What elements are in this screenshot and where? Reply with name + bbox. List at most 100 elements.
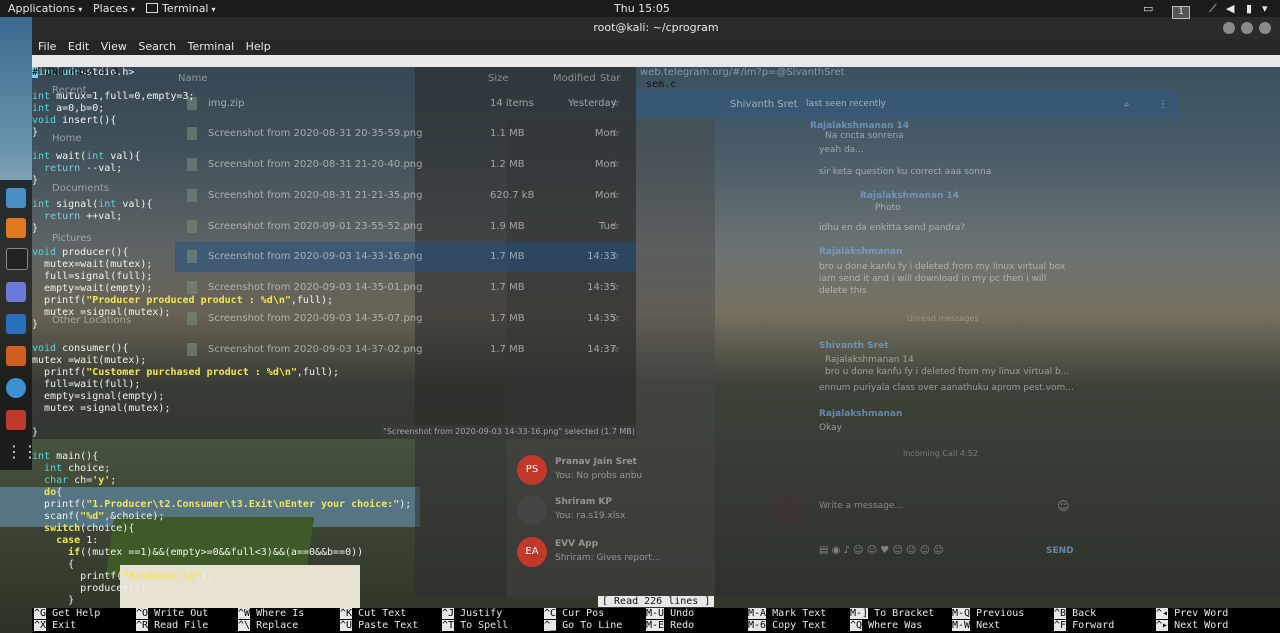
eye-icon[interactable] [6, 378, 26, 398]
emoji-icon[interactable]: ☺ [1057, 499, 1070, 513]
star-icon[interactable]: ☆ [611, 242, 620, 272]
text-editor-icon[interactable] [6, 282, 26, 302]
file-modified: Mon [594, 190, 616, 201]
chat-list-item[interactable]: Shriram KP You: ra.s19.xlsx [517, 495, 707, 533]
armitage-icon[interactable] [6, 346, 26, 366]
star-icon[interactable]: ☆ [611, 150, 620, 180]
star-icon[interactable]: ☆ [611, 273, 620, 303]
shortcut-prev-word[interactable]: ^◂ Prev Word [1156, 608, 1228, 620]
star-icon[interactable]: ☆ [611, 119, 620, 149]
menu-file[interactable]: File [38, 40, 56, 53]
terminal-titlebar: root@kali: ~/cprogram [32, 17, 1280, 39]
shortcut-to-spell[interactable]: ^T To Spell [442, 620, 508, 632]
shortcut-where-was[interactable]: ^Q Where Was [850, 620, 922, 632]
menu-terminal[interactable]: Terminal [188, 40, 235, 53]
app-grid-icon[interactable]: ⋮⋮ [6, 442, 38, 462]
shortcut-label: Redo [670, 620, 695, 631]
chat-preview: You: No probs anbu [555, 471, 643, 481]
shortcut-redo[interactable]: M-E Redo [646, 620, 694, 632]
shortcut-where-is[interactable]: ^W Where Is [238, 608, 304, 620]
shortcut-forward[interactable]: ^F Forward [1054, 620, 1114, 632]
column-size[interactable]: Size [488, 73, 509, 84]
telegram-messages: Rajalakshmanan 14 Na cncta sonrena yeah … [715, 119, 1179, 489]
attach-icon[interactable]: ▤ ◉ ♪ ☺ ☺ ♥ ☺ ☺ ☺ ☺ [819, 545, 944, 556]
terminal-dock-icon[interactable] [6, 248, 28, 270]
network-icon[interactable]: ⟋ [1209, 0, 1217, 17]
shortcut-cur-pos[interactable]: ^C Cur Pos [544, 608, 604, 620]
shortcut-paste-text[interactable]: ^U Paste Text [340, 620, 418, 632]
shortcut-key: M-W [952, 620, 971, 631]
code-line: do{ [44, 487, 63, 498]
shortcut-key: ^\ [238, 620, 251, 631]
files-icon[interactable] [6, 188, 26, 208]
workspace-indicator[interactable]: 1 [1172, 2, 1190, 19]
star-icon[interactable]: ☆ [611, 335, 620, 365]
star-icon[interactable]: ☆ [611, 212, 620, 242]
star-icon[interactable]: ☆ [611, 304, 620, 334]
shortcut-label: Where Was [868, 620, 923, 631]
send-button[interactable]: SEND [1046, 546, 1074, 556]
chat-contact-name[interactable]: Shivanth Sret [730, 90, 798, 119]
shortcut-label: Back [1072, 608, 1097, 619]
column-modified[interactable]: Modified [553, 73, 596, 84]
shortcut-mark-text[interactable]: M-A Mark Text [748, 608, 826, 620]
places-menu[interactable]: Places ▾ [93, 0, 135, 18]
maximize-icon[interactable] [1241, 22, 1253, 34]
message-text: Okay [819, 423, 842, 433]
cherrytree-icon[interactable] [6, 410, 26, 430]
message-text: sir keta question ku correct aaa sonna [819, 167, 992, 177]
shortcut-get-help[interactable]: ^G Get Help [34, 608, 100, 620]
shortcut-undo[interactable]: M-U Undo [646, 608, 694, 620]
close-icon[interactable] [1259, 22, 1271, 34]
star-icon[interactable]: ☆ [611, 89, 620, 119]
shortcut-justify[interactable]: ^J Justify [442, 608, 502, 620]
shortcut-key: ^O [136, 608, 149, 619]
shortcut-replace[interactable]: ^\ Replace [238, 620, 298, 632]
shortcut-label: Mark Text [772, 608, 827, 619]
clock[interactable]: Thu 15:05 [614, 0, 670, 17]
search-icon[interactable]: ⌕ [1124, 90, 1130, 119]
menu-help[interactable]: Help [246, 40, 271, 53]
message-input[interactable]: Write a message... [819, 501, 903, 511]
shortcut-write-out[interactable]: ^O Write Out [136, 608, 208, 620]
menu-edit[interactable]: Edit [68, 40, 89, 53]
chat-list-item[interactable]: EA EVV App Shriram: Gives report... [517, 537, 707, 575]
burpsuite-icon[interactable] [6, 218, 26, 238]
shortcut-previous[interactable]: M-Q Previous [952, 608, 1024, 620]
code-line: mutex =wait(mutex); [32, 355, 147, 366]
shortcut-back[interactable]: ^B Back [1054, 608, 1096, 620]
shortcut-next[interactable]: M-W Next [952, 620, 1000, 632]
shortcut-go-to-line[interactable]: ^_ Go To Line [544, 620, 622, 632]
minimize-icon[interactable] [1223, 22, 1235, 34]
shortcut-label: Get Help [52, 608, 101, 619]
code-editor[interactable]: #include<stdio.h> int mutux=1,full=0,emp… [32, 67, 432, 606]
terminal-app-menu[interactable]: Terminal ▾ [146, 0, 216, 18]
shortcut-key: ^K [340, 608, 353, 619]
menu-search[interactable]: Search [138, 40, 176, 53]
shortcut-exit[interactable]: ^X Exit [34, 620, 76, 632]
shortcut-read-file[interactable]: ^R Read File [136, 620, 208, 632]
shortcut-copy-text[interactable]: M-6 Copy Text [748, 620, 826, 632]
shortcut-label: Cut Text [358, 608, 407, 619]
volume-icon[interactable]: ◀ [1226, 0, 1234, 17]
chat-list-item[interactable]: PS Pranav Jain Sret You: No probs anbu [517, 455, 707, 493]
code-line: void consumer(){ [32, 343, 129, 354]
url-bar[interactable]: web.telegram.org/#/im?p=@SivanthSret [640, 67, 845, 78]
screen-icon[interactable]: ▭ [1143, 0, 1153, 17]
star-icon[interactable]: ☆ [611, 181, 620, 211]
metasploit-icon[interactable] [6, 314, 26, 334]
code-line: switch(choice){ [44, 523, 135, 534]
battery-icon[interactable]: ▮ [1246, 0, 1252, 17]
shortcut-cut-text[interactable]: ^K Cut Text [340, 608, 406, 620]
shortcut-to-bracket[interactable]: M-] To Bracket [850, 608, 934, 620]
column-star[interactable]: Star [600, 73, 621, 84]
applications-menu[interactable]: Applications ▾ [8, 0, 82, 18]
more-icon[interactable]: ⋮ [1158, 90, 1168, 119]
code-line: { [32, 559, 75, 570]
nano-status-message: [ Read 226 lines ] [598, 596, 715, 607]
power-menu-icon[interactable]: ▾ [1262, 0, 1268, 17]
shortcut-next-word[interactable]: ^▸ Next Word [1156, 620, 1228, 632]
menu-view[interactable]: View [101, 40, 127, 53]
shortcut-key: ^J [442, 608, 455, 619]
shortcut-key: ^_ [544, 620, 557, 631]
